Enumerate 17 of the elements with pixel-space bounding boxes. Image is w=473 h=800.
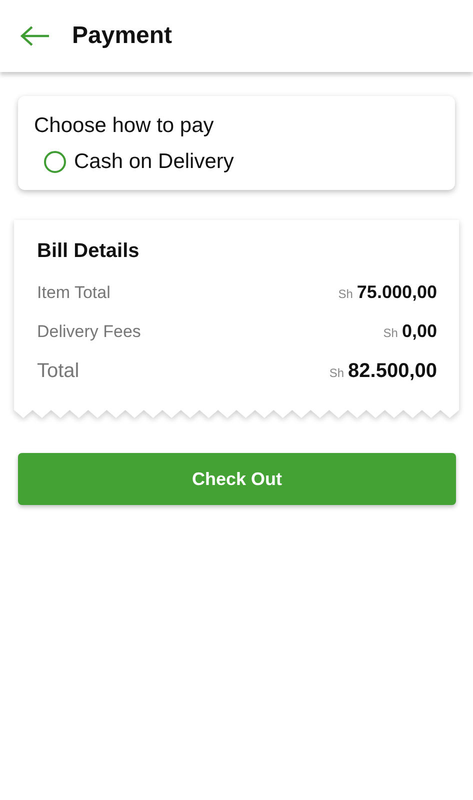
amount-value: 75.000,00 xyxy=(356,282,437,302)
back-arrow-icon xyxy=(20,25,50,47)
section-title: Choose how to pay xyxy=(34,114,215,138)
currency-label: Sh xyxy=(329,366,344,380)
line-label: Total xyxy=(37,360,80,383)
currency-label: Sh xyxy=(383,326,398,340)
line-label: Item Total xyxy=(37,283,110,303)
radio-button[interactable] xyxy=(44,151,66,173)
back-button[interactable] xyxy=(20,25,50,47)
line-label: Delivery Fees xyxy=(37,322,141,342)
amount-value: 0,00 xyxy=(402,321,437,341)
page-title: Payment xyxy=(72,22,172,50)
option-label: Cash on Delivery xyxy=(74,150,234,174)
currency-label: Sh xyxy=(338,287,353,301)
payment-option[interactable]: Cash on Delivery xyxy=(44,150,439,174)
section-title: Bill Details xyxy=(37,240,140,263)
amount-value: 82.500,00 xyxy=(348,360,437,382)
